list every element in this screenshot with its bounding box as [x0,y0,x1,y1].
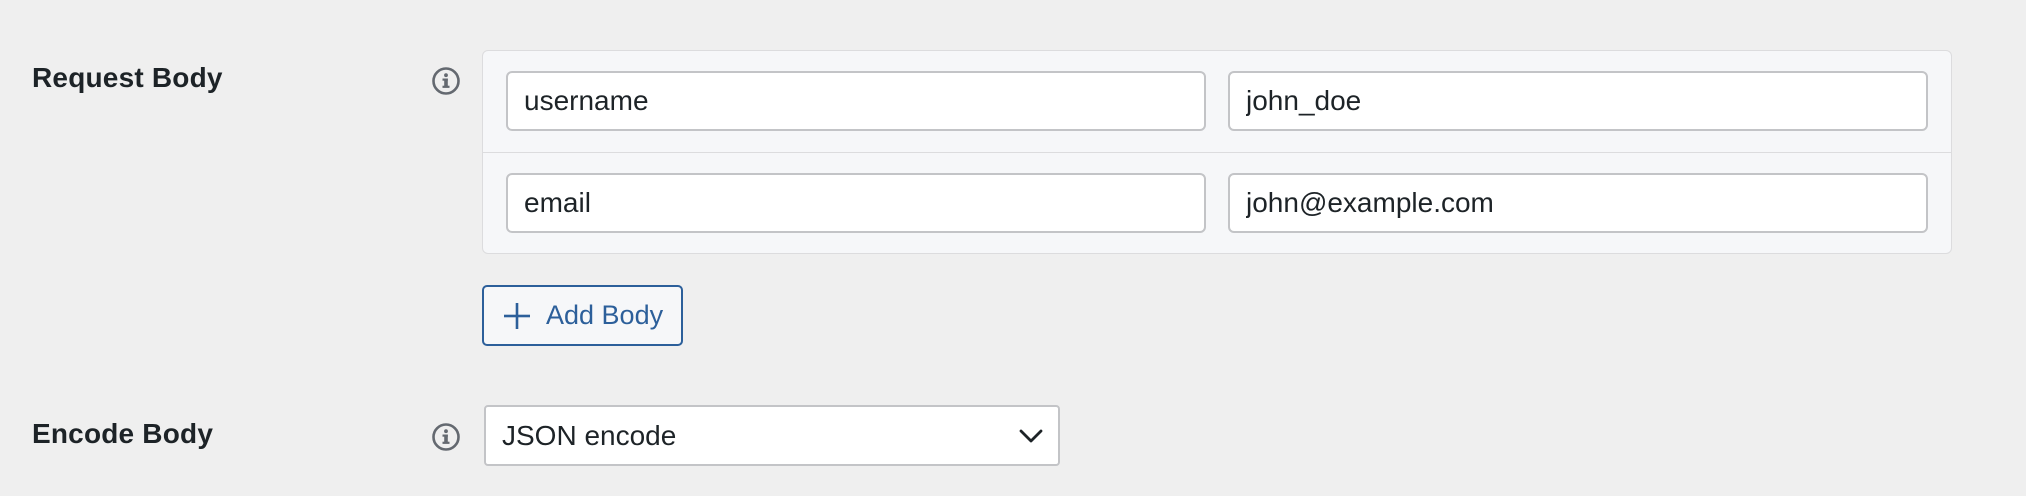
encode-body-label: Encode Body [32,418,214,449]
body-value-input[interactable] [1228,71,1928,131]
encode-body-select[interactable]: JSON encode [484,405,1060,466]
add-body-label: Add Body [546,300,664,330]
body-value-input[interactable] [1228,173,1928,233]
request-body-label: Request Body [32,62,223,93]
add-body-button[interactable]: Add Body [482,285,683,346]
body-key-input[interactable] [506,173,1206,233]
body-key-input[interactable] [506,71,1206,131]
encode-body-selected-value: JSON encode [502,419,677,451]
chevron-down-icon [1018,423,1044,449]
row-divider [483,152,1951,153]
info-icon[interactable] [431,66,461,96]
info-icon[interactable] [431,422,461,452]
plus-icon [502,301,532,331]
settings-form: Request Body Add Body Encode Body [0,0,2026,496]
request-body-panel [482,50,1952,254]
